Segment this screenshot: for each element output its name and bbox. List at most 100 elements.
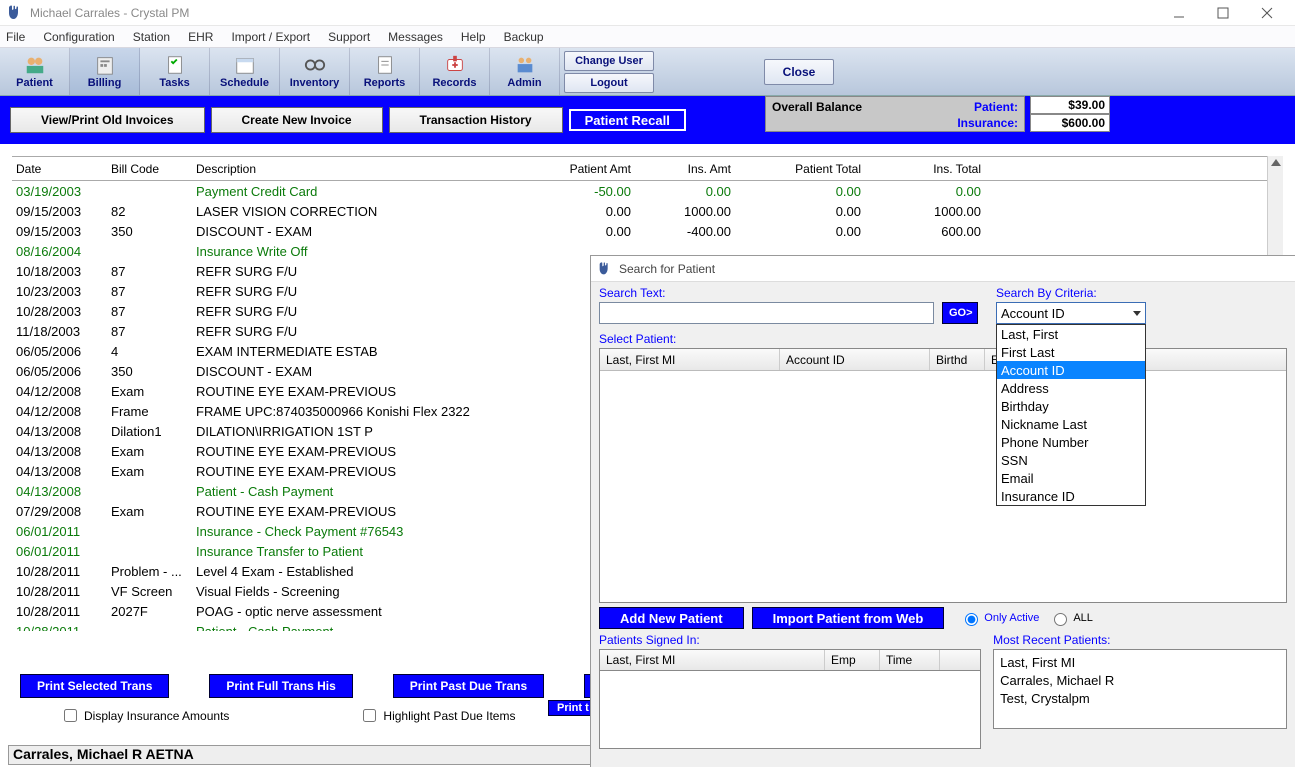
close-button[interactable]: Close (764, 59, 834, 85)
balance-patient-value (1030, 96, 1110, 114)
menu-station[interactable]: Station (133, 30, 170, 44)
chk-highlight-pastdue[interactable]: Highlight Past Due Items (359, 706, 515, 725)
toolbar-admin[interactable]: Admin (490, 48, 560, 95)
print-full-button[interactable]: Print Full Trans His (209, 674, 352, 698)
recent-patient-item[interactable]: Carrales, Michael R (1000, 672, 1280, 690)
toolbar-reports[interactable]: Reports (350, 48, 420, 95)
app-icon (6, 4, 24, 22)
change-user-button[interactable]: Change User (564, 51, 654, 71)
patient-recall-button[interactable]: Patient Recall (569, 109, 686, 131)
signed-in-list[interactable] (599, 671, 981, 749)
print-buttons: Print Selected Trans Print Full Trans Hi… (20, 674, 645, 698)
menu-file[interactable]: File (6, 30, 25, 44)
menu-configuration[interactable]: Configuration (43, 30, 114, 44)
dialog-title: Search for Patient (619, 262, 715, 276)
table-row[interactable]: 03/19/2003Payment Credit Card-50.000.000… (12, 181, 1283, 201)
radio-only-active[interactable]: Only Active (960, 610, 1039, 626)
toolbar-schedule[interactable]: Schedule (210, 48, 280, 95)
window-title: Michael Carrales - Crystal PM (30, 6, 189, 20)
toolbar-billing[interactable]: Billing (70, 48, 140, 95)
signed-in-label: Patients Signed In: (599, 633, 981, 647)
reports-icon (374, 54, 396, 76)
criteria-option[interactable]: Nickname Last (997, 415, 1145, 433)
check-options: Display Insurance Amounts Highlight Past… (60, 706, 515, 725)
balance-insurance-value (1030, 114, 1110, 132)
signed-in-header: Last, First MI Emp Time (599, 649, 981, 671)
menu-import-export[interactable]: Import / Export (231, 30, 310, 44)
menu-messages[interactable]: Messages (388, 30, 443, 44)
criteria-option[interactable]: Address (997, 379, 1145, 397)
menu-ehr[interactable]: EHR (188, 30, 213, 44)
col-date[interactable]: Date (12, 162, 107, 176)
admin-icon (514, 54, 536, 76)
criteria-option[interactable]: Account ID (997, 361, 1145, 379)
grid-col-name[interactable]: Last, First MI (600, 349, 780, 370)
transaction-history-button[interactable]: Transaction History (389, 107, 563, 133)
radio-all[interactable]: ALL (1049, 610, 1093, 626)
search-text-label: Search Text: (599, 286, 934, 300)
go-button[interactable]: GO> (942, 302, 978, 324)
import-patient-button[interactable]: Import Patient from Web (752, 607, 945, 629)
col-ins-amt[interactable]: Ins. Amt (635, 162, 735, 176)
maximize-button[interactable] (1201, 0, 1245, 26)
grid-col-birthday[interactable]: Birthd (930, 349, 985, 370)
schedule-icon (234, 54, 256, 76)
window-titlebar: Michael Carrales - Crystal PM (0, 0, 1295, 26)
toolbar-patient[interactable]: Patient (0, 48, 70, 95)
toolbar-tasks[interactable]: Tasks (140, 48, 210, 95)
criteria-option[interactable]: Last, First (997, 325, 1145, 343)
minimize-button[interactable] (1157, 0, 1201, 26)
add-patient-button[interactable]: Add New Patient (599, 607, 744, 629)
dialog-icon (597, 261, 613, 277)
print-selected-button[interactable]: Print Selected Trans (20, 674, 169, 698)
toolbar-records[interactable]: Records (420, 48, 490, 95)
inventory-icon (304, 54, 326, 76)
records-icon (444, 54, 466, 76)
table-row[interactable]: 09/15/2003350DISCOUNT - EXAM0.00-400.000… (12, 221, 1283, 241)
recent-patients-list[interactable]: Last, First MICarrales, Michael RTest, C… (993, 649, 1287, 729)
action-bar: View/Print Old Invoices Create New Invoi… (0, 96, 1295, 144)
col-patient-total[interactable]: Patient Total (735, 162, 865, 176)
print-pastdue-button[interactable]: Print Past Due Trans (393, 674, 544, 698)
menu-support[interactable]: Support (328, 30, 370, 44)
create-invoice-button[interactable]: Create New Invoice (211, 107, 383, 133)
criteria-label: Search By Criteria: (996, 286, 1146, 300)
recent-label: Most Recent Patients: (993, 633, 1287, 647)
criteria-option[interactable]: Birthday (997, 397, 1145, 415)
toolbar-inventory[interactable]: Inventory (280, 48, 350, 95)
patient-grid[interactable]: Last, First MI Account ID Birthd Exam Ac… (599, 348, 1287, 603)
criteria-combo[interactable]: Account ID Last, FirstFirst LastAccount … (996, 302, 1146, 324)
chk-display-insurance[interactable]: Display Insurance Amounts (60, 706, 229, 725)
grid-col-account[interactable]: Account ID (780, 349, 930, 370)
menu-backup[interactable]: Backup (504, 30, 544, 44)
recent-patient-item[interactable]: Last, First MI (1000, 654, 1280, 672)
view-invoices-button[interactable]: View/Print Old Invoices (10, 107, 205, 133)
criteria-option[interactable]: SSN (997, 451, 1145, 469)
tasks-icon (164, 54, 186, 76)
col-ins-total[interactable]: Ins. Total (865, 162, 985, 176)
col-patient-amt[interactable]: Patient Amt (527, 162, 635, 176)
dialog-titlebar: Search for Patient (591, 256, 1295, 282)
col-description[interactable]: Description (192, 162, 527, 176)
chevron-down-icon (1133, 311, 1141, 316)
criteria-dropdown[interactable]: Last, FirstFirst LastAccount IDAddressBi… (996, 324, 1146, 506)
close-window-button[interactable] (1245, 0, 1289, 26)
menu-bar: File Configuration Station EHR Import / … (0, 26, 1295, 48)
search-text-input[interactable] (599, 302, 934, 324)
balance-panel: Overall BalancePatient: Insurance: (765, 96, 1025, 132)
select-patient-label: Select Patient: (599, 332, 1287, 346)
menu-help[interactable]: Help (461, 30, 486, 44)
patient-icon (24, 54, 46, 76)
recent-patient-item[interactable]: Test, Crystalpm (1000, 690, 1280, 708)
main-toolbar: Patient Billing Tasks Schedule Inventory… (0, 48, 1295, 96)
col-bill-code[interactable]: Bill Code (107, 162, 192, 176)
criteria-option[interactable]: Insurance ID (997, 487, 1145, 505)
criteria-option[interactable]: Email (997, 469, 1145, 487)
table-header: Date Bill Code Description Patient Amt I… (12, 156, 1283, 181)
search-patient-dialog: Search for Patient Search Text: GO> Sear… (590, 255, 1295, 767)
criteria-option[interactable]: First Last (997, 343, 1145, 361)
billing-icon (94, 54, 116, 76)
logout-button[interactable]: Logout (564, 73, 654, 93)
table-row[interactable]: 09/15/200382LASER VISION CORRECTION0.001… (12, 201, 1283, 221)
criteria-option[interactable]: Phone Number (997, 433, 1145, 451)
